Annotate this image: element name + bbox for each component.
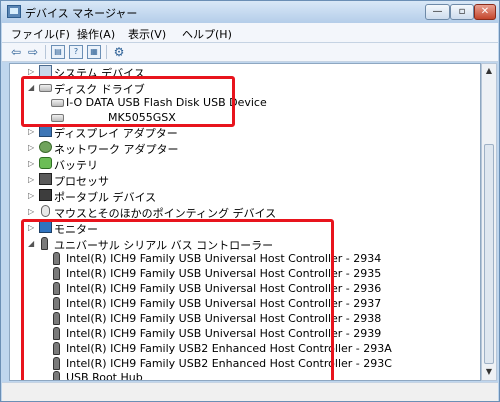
device-manager-window: デバイス マネージャー — ▫ ✕ ファイル(F) 操作(A) 表示(V) ヘル… [0, 0, 500, 402]
close-button[interactable]: ✕ [474, 4, 496, 20]
tree-item-processors[interactable]: ▷ プロセッサ [10, 172, 450, 188]
toolbar-separator [106, 45, 107, 59]
properties-icon[interactable]: ▦ [87, 45, 101, 59]
tree-item-mice[interactable]: ▷ マウスとそのほかのポインティング デバイス [10, 204, 450, 220]
expand-arrow-icon[interactable]: ▷ [28, 143, 36, 153]
menu-view[interactable]: 表示(V) [128, 26, 166, 42]
menu-file[interactable]: ファイル(F) [11, 26, 70, 42]
scroll-down-arrow-icon[interactable]: ▼ [484, 367, 494, 377]
tree-item-label: ネットワーク アダプター [54, 143, 179, 156]
mouse-icon [41, 205, 50, 217]
tree-item-label: ディスプレイ アダプター [54, 127, 178, 140]
toolbar: ⇦ ⇨ ▤ ? ▦ ⚙ [2, 43, 498, 62]
tree-item-label: バッテリ [54, 159, 98, 172]
help-icon[interactable]: ? [69, 45, 83, 59]
tree-item-portable-devices[interactable]: ▷ ポータブル デバイス [10, 188, 450, 204]
status-bar [2, 382, 498, 401]
scan-hardware-icon[interactable]: ⚙ [112, 45, 126, 59]
show-hide-console-tree-icon[interactable]: ▤ [51, 45, 65, 59]
expand-arrow-icon[interactable]: ▷ [28, 159, 36, 169]
battery-icon [39, 157, 52, 169]
tree-item-label: プロセッサ [54, 175, 109, 188]
maximize-button[interactable]: ▫ [450, 4, 474, 20]
scroll-up-arrow-icon[interactable]: ▲ [484, 66, 494, 76]
device-manager-app-icon [7, 5, 21, 18]
processor-icon [39, 173, 52, 185]
menu-help[interactable]: ヘルプ(H) [182, 26, 232, 42]
portable-device-icon [39, 189, 52, 201]
network-adapter-icon [39, 141, 52, 153]
expand-arrow-icon[interactable]: ▷ [28, 175, 36, 185]
scroll-thumb[interactable] [484, 144, 494, 364]
toolbar-separator [45, 45, 46, 59]
forward-arrow-icon[interactable]: ⇨ [26, 45, 40, 59]
menu-bar: ファイル(F) 操作(A) 表示(V) ヘルプ(H) [2, 23, 498, 43]
tree-item-network-adapters[interactable]: ▷ ネットワーク アダプター [10, 140, 450, 156]
highlight-box-disk-drives [21, 76, 235, 127]
vertical-scrollbar[interactable]: ▲ ▼ [481, 63, 497, 381]
title-bar[interactable]: デバイス マネージャー — ▫ ✕ [1, 1, 499, 23]
device-tree: ▷ システム デバイス ◢ ディスク ドライブ I-O DATA USB Fla… [9, 63, 481, 381]
minimize-button[interactable]: — [425, 4, 450, 20]
menu-action[interactable]: 操作(A) [77, 26, 115, 42]
expand-arrow-icon[interactable]: ▷ [28, 207, 36, 217]
tree-item-label: ポータブル デバイス [54, 191, 157, 204]
window-title: デバイス マネージャー [25, 7, 138, 20]
expand-arrow-icon[interactable]: ▷ [28, 127, 36, 137]
tree-item-batteries[interactable]: ▷ バッテリ [10, 156, 450, 172]
expand-arrow-icon[interactable]: ▷ [28, 191, 36, 201]
back-arrow-icon[interactable]: ⇦ [9, 45, 23, 59]
highlight-box-usb-controllers [21, 219, 334, 380]
